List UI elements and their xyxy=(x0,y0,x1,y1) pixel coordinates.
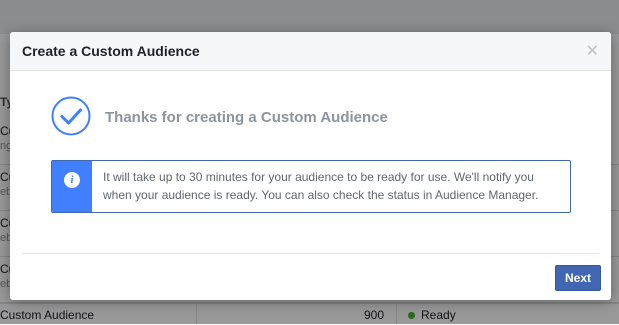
info-notice-text: It will take up to 30 minutes for your a… xyxy=(103,170,539,202)
dialog-header: Create a Custom Audience ✕ xyxy=(10,32,611,71)
next-button[interactable]: Next xyxy=(555,265,601,291)
confirmation-heading: Thanks for creating a Custom Audience xyxy=(105,109,388,126)
info-notice-sidebar: i xyxy=(52,161,92,212)
dialog-divider xyxy=(22,253,599,254)
custom-audience-dialog: Create a Custom Audience ✕ Thanks for cr… xyxy=(10,32,611,300)
info-icon: i xyxy=(64,172,80,188)
dialog-title: Create a Custom Audience xyxy=(22,43,200,59)
checkmark-circle-icon xyxy=(51,96,91,136)
info-notice: i It will take up to 30 minutes for your… xyxy=(51,160,571,213)
close-icon[interactable]: ✕ xyxy=(586,41,599,61)
